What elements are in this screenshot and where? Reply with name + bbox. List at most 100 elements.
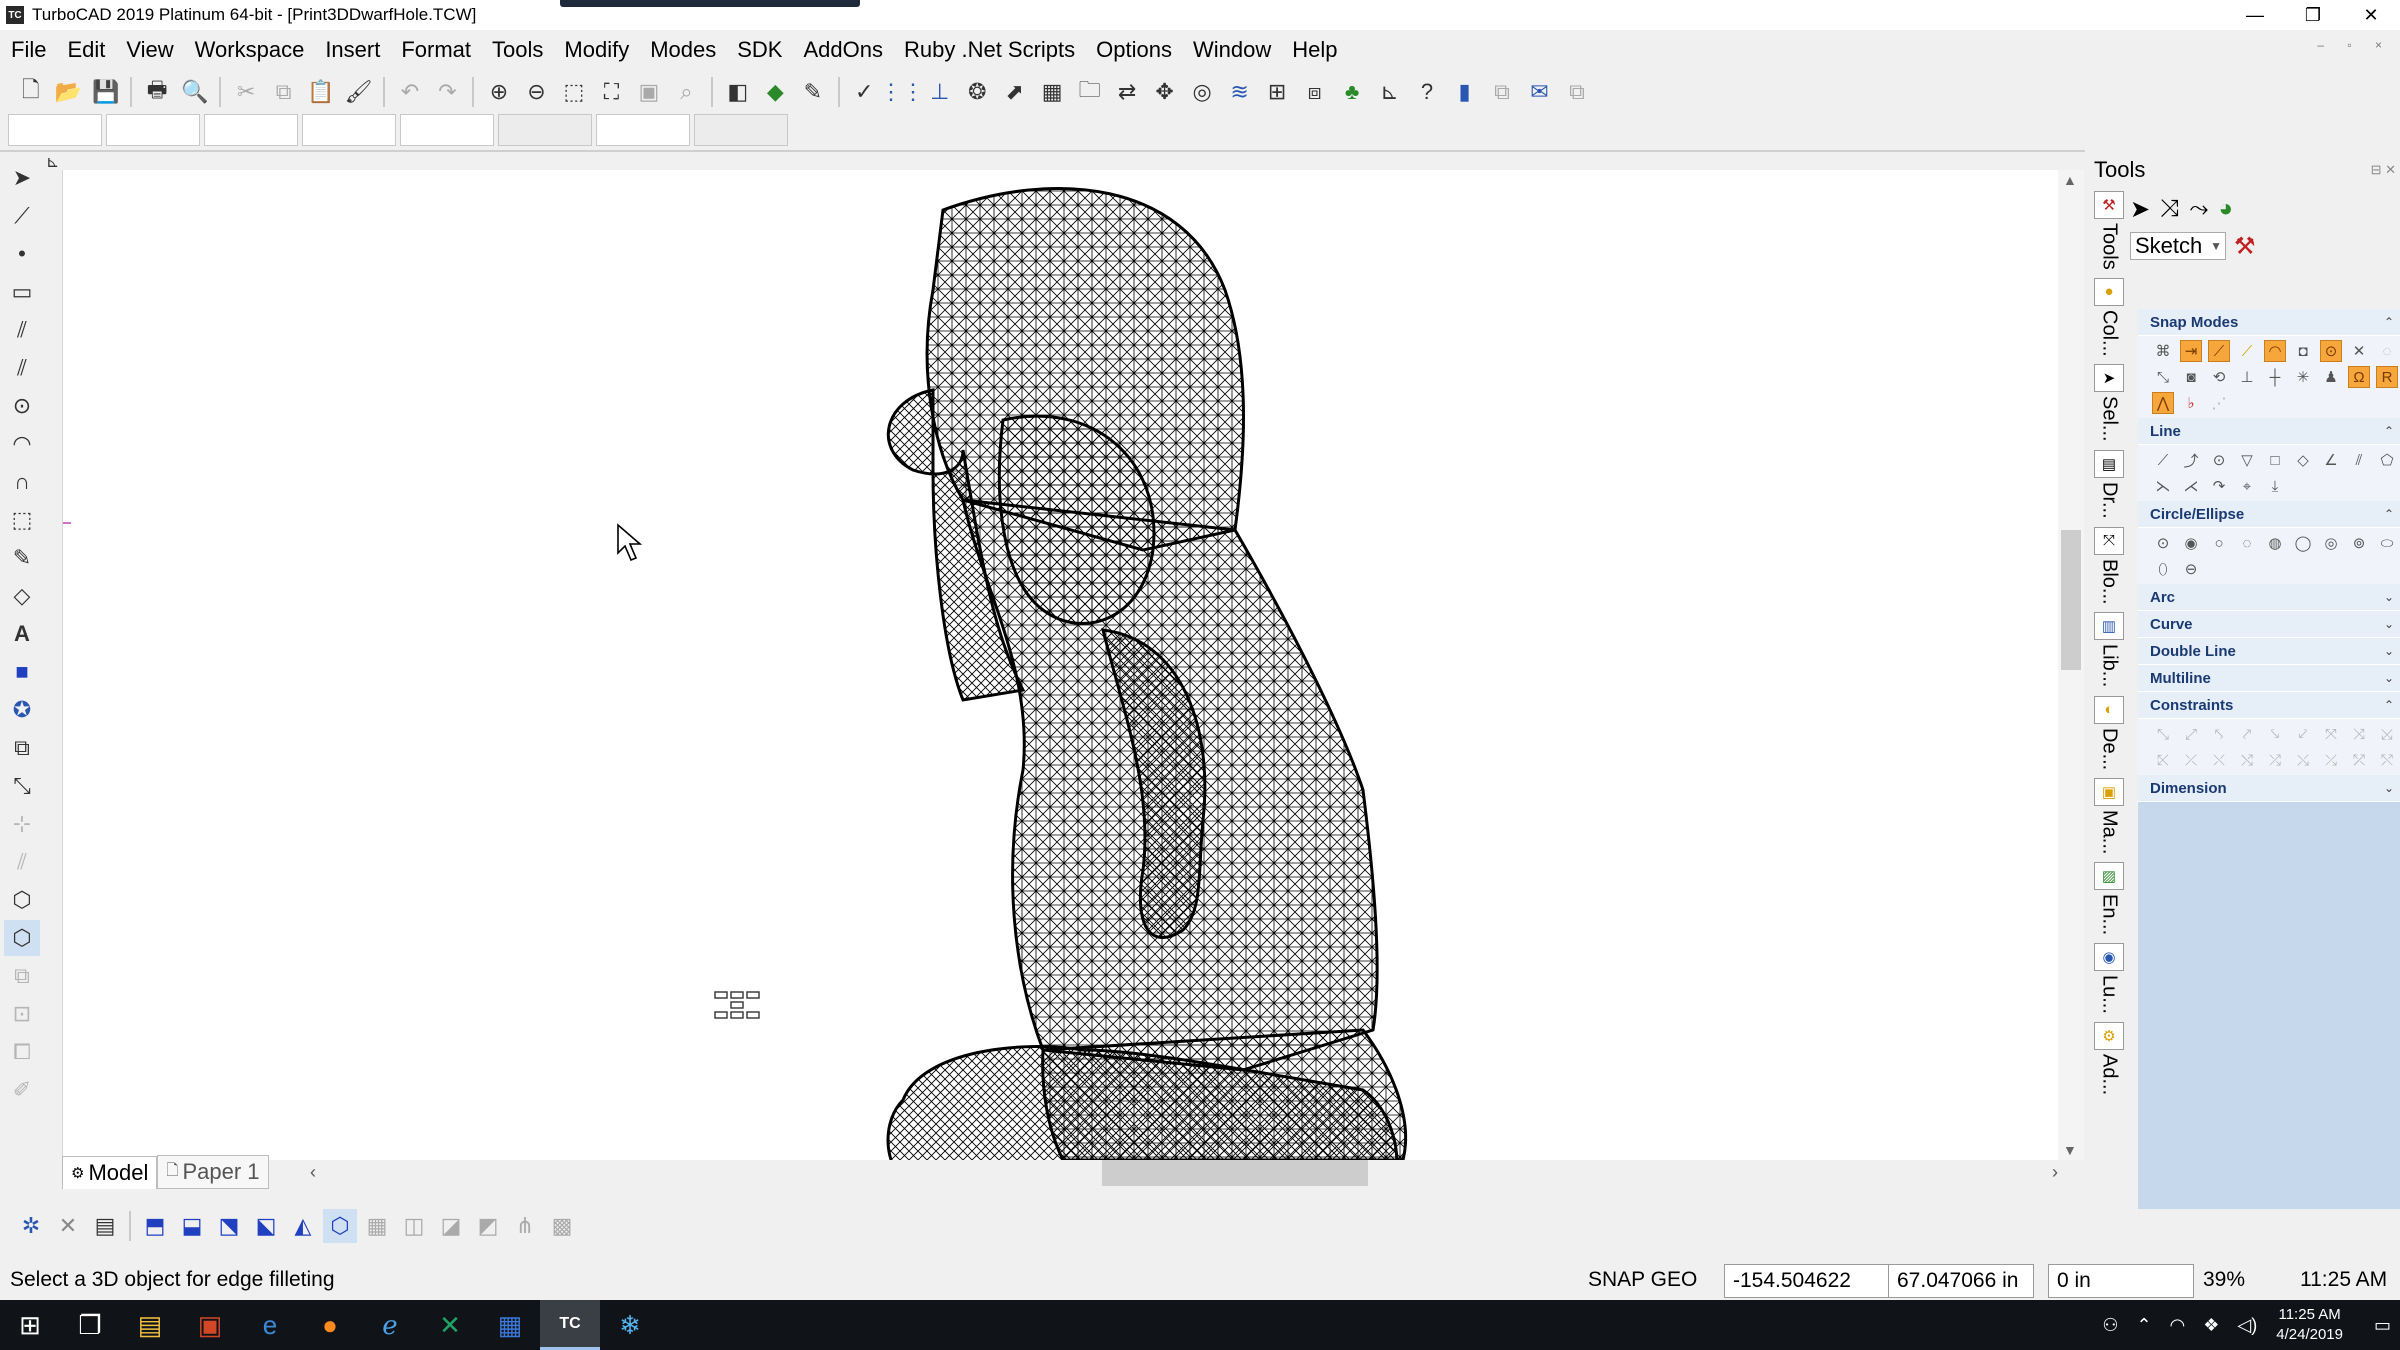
constraint-icon[interactable]: ⤥ bbox=[2264, 723, 2286, 745]
finish-icon[interactable]: ✲ bbox=[14, 1209, 48, 1243]
property-field-5[interactable] bbox=[400, 114, 494, 146]
scroll-up-icon[interactable]: ▲ bbox=[2063, 172, 2077, 188]
symbol-tool-icon[interactable]: ✪ bbox=[4, 692, 40, 728]
menu-modes[interactable]: Modes bbox=[639, 37, 726, 63]
outlook-2-icon[interactable]: ▦ bbox=[480, 1300, 540, 1350]
save-icon[interactable]: 💾 bbox=[89, 75, 122, 109]
property-field-2[interactable] bbox=[106, 114, 200, 146]
constraint-icon[interactable]: ⤡ bbox=[2152, 723, 2174, 745]
snap-icon[interactable]: ◙ bbox=[2180, 366, 2202, 388]
double-line-icon[interactable]: ⫽ bbox=[4, 312, 40, 348]
reshape-icon[interactable]: ⤳ bbox=[2189, 195, 2208, 223]
property-field-3[interactable] bbox=[204, 114, 298, 146]
print-icon[interactable]: 🖶 bbox=[140, 75, 173, 109]
section-double-line[interactable]: Double Line ⌄ bbox=[2138, 638, 2400, 665]
fill-tool-icon[interactable]: ■ bbox=[4, 654, 40, 690]
constraint-icon[interactable]: ⤢ bbox=[2180, 723, 2202, 745]
menu-help[interactable]: Help bbox=[1281, 37, 1347, 63]
line-icon[interactable]: ◇ bbox=[2292, 449, 2314, 471]
vtab-blocks[interactable]: ⤧ Blo... bbox=[2092, 526, 2126, 604]
property-field-4[interactable] bbox=[302, 114, 396, 146]
snap-icon[interactable]: Ω bbox=[2348, 366, 2370, 388]
fillet-tool-icon[interactable]: ⬡ bbox=[4, 920, 40, 956]
outlook-icon[interactable]: ▤ bbox=[120, 1300, 180, 1350]
box-3d-icon[interactable]: ⬚ bbox=[4, 502, 40, 538]
section-constraints[interactable]: Constraints ⌃ bbox=[2138, 692, 2400, 719]
snap-icon[interactable]: ♭ bbox=[2180, 392, 2202, 414]
volume-icon[interactable]: ◁) bbox=[2237, 1315, 2257, 1336]
menu-ruby-net-scripts[interactable]: Ruby .Net Scripts bbox=[893, 37, 1085, 63]
checker-icon[interactable]: ▩ bbox=[545, 1209, 579, 1243]
snap-icon[interactable]: ◘ bbox=[2292, 340, 2314, 362]
circle-tool-icon[interactable]: ⊙ bbox=[4, 388, 40, 424]
circle-icon[interactable]: ◯ bbox=[2292, 532, 2314, 554]
offset-face-icon[interactable]: ◪ bbox=[434, 1209, 468, 1243]
property-field-8[interactable] bbox=[694, 114, 788, 146]
snap-icon[interactable]: ✳ bbox=[2292, 366, 2314, 388]
point-tool-icon[interactable]: • bbox=[4, 236, 40, 272]
insert-block-icon[interactable]: ◆ bbox=[759, 75, 792, 109]
line-icon[interactable]: ⬠ bbox=[2376, 449, 2398, 471]
move-icon[interactable]: ✥ bbox=[1148, 75, 1181, 109]
constraint-icon[interactable]: ⤬ bbox=[2208, 749, 2230, 771]
snap-icon[interactable]: ⟋ bbox=[2208, 340, 2230, 362]
tab-paper-1[interactable]: 🗋 Paper 1 bbox=[157, 1155, 269, 1189]
powerpoint-icon[interactable]: ▣ bbox=[180, 1300, 240, 1350]
redo-icon[interactable]: ↷ bbox=[431, 75, 464, 109]
ellipse-icon[interactable]: ⊖ bbox=[2180, 558, 2202, 580]
close-button[interactable]: ✕ bbox=[2342, 0, 2400, 30]
line-icon[interactable]: ⤴ bbox=[2180, 449, 2202, 471]
section-dimension[interactable]: Dimension ⌄ bbox=[2138, 775, 2400, 802]
window-cascade-icon[interactable]: ⧉ bbox=[1485, 75, 1518, 109]
blend-icon[interactable]: ⬕ bbox=[249, 1209, 283, 1243]
orbit-icon[interactable]: ❂ bbox=[960, 75, 993, 109]
boolean-tool-icon[interactable]: ⧉ bbox=[4, 958, 40, 994]
menu-modify[interactable]: Modify bbox=[553, 37, 639, 63]
line-icon[interactable]: ⋌ bbox=[2180, 475, 2202, 497]
restore-button[interactable]: ❐ bbox=[2284, 0, 2342, 30]
people-icon[interactable]: ⚇ bbox=[2102, 1315, 2118, 1336]
constraint-icon[interactable]: ⤱ bbox=[2348, 749, 2370, 771]
help-pointer-icon[interactable]: ? bbox=[1410, 75, 1443, 109]
snap-icon[interactable]: ✕ bbox=[2348, 340, 2370, 362]
property-field-6[interactable] bbox=[498, 114, 592, 146]
section-snap-modes[interactable]: Snap Modes ⌃ bbox=[2138, 309, 2400, 336]
constraint-icon[interactable]: ⤪ bbox=[2152, 749, 2174, 771]
circle-icon[interactable]: ◌ bbox=[2236, 532, 2258, 554]
text-tool-icon[interactable]: A bbox=[4, 616, 40, 652]
line-icon[interactable]: ▽ bbox=[2236, 449, 2258, 471]
cut-icon[interactable]: ✂ bbox=[229, 75, 262, 109]
property-field-7[interactable] bbox=[596, 114, 690, 146]
ellipse-icon[interactable]: ⬭ bbox=[2376, 532, 2398, 554]
horizontal-scrollbar[interactable]: ‹ › bbox=[310, 1158, 2058, 1186]
pen-icon[interactable]: ✎ bbox=[796, 75, 829, 109]
select-arrow-icon[interactable]: ➤ bbox=[4, 160, 40, 196]
section-multiline[interactable]: Multiline ⌄ bbox=[2138, 665, 2400, 692]
vtab-tools[interactable]: ⚒ Tools bbox=[2092, 191, 2126, 270]
globe-icon[interactable]: ◕ bbox=[2219, 195, 2234, 223]
loft-icon[interactable]: ◭ bbox=[286, 1209, 320, 1243]
window-tile-icon[interactable]: ⧉ bbox=[1560, 75, 1593, 109]
menu-workspace[interactable]: Workspace bbox=[184, 37, 315, 63]
circle-icon[interactable]: ◎ bbox=[2320, 532, 2342, 554]
constraint-icon[interactable]: ⤫ bbox=[2180, 749, 2202, 771]
x-coordinate-field[interactable]: -154.504622 bbox=[1724, 1264, 1890, 1298]
vertical-scrollbar[interactable]: ▲ ▼ bbox=[2058, 170, 2084, 1160]
taskbar-clock[interactable]: 11:25 AM 4/24/2019 bbox=[2276, 1305, 2343, 1345]
section-line[interactable]: Line ⌃ bbox=[2138, 418, 2400, 445]
solid-tool-icon[interactable]: ⬡ bbox=[4, 882, 40, 918]
snap-icon[interactable]: ⌘ bbox=[2152, 340, 2174, 362]
constraint-icon[interactable]: ⤣ bbox=[2208, 723, 2230, 745]
zoom-level[interactable]: 39% bbox=[2203, 1268, 2245, 1292]
mdi-window-controls[interactable]: – ▫ × bbox=[2317, 38, 2392, 52]
axis-icon[interactable]: ⊾ bbox=[1373, 75, 1406, 109]
copy-tool-icon[interactable]: ⧠ bbox=[4, 1034, 40, 1070]
edge-icon[interactable]: e bbox=[240, 1300, 300, 1350]
windows-start-icon[interactable]: ⊞ bbox=[0, 1300, 60, 1350]
circle-icon[interactable]: ○ bbox=[2208, 532, 2230, 554]
vtab-environment[interactable]: ▨ En... bbox=[2092, 862, 2126, 935]
print-preview-icon[interactable]: 🔍 bbox=[178, 75, 211, 109]
tray-chevron-up-icon[interactable]: ⌃ bbox=[2136, 1315, 2151, 1336]
line-icon[interactable]: ⫽ bbox=[2348, 449, 2370, 471]
firefox-icon[interactable]: ● bbox=[300, 1300, 360, 1350]
